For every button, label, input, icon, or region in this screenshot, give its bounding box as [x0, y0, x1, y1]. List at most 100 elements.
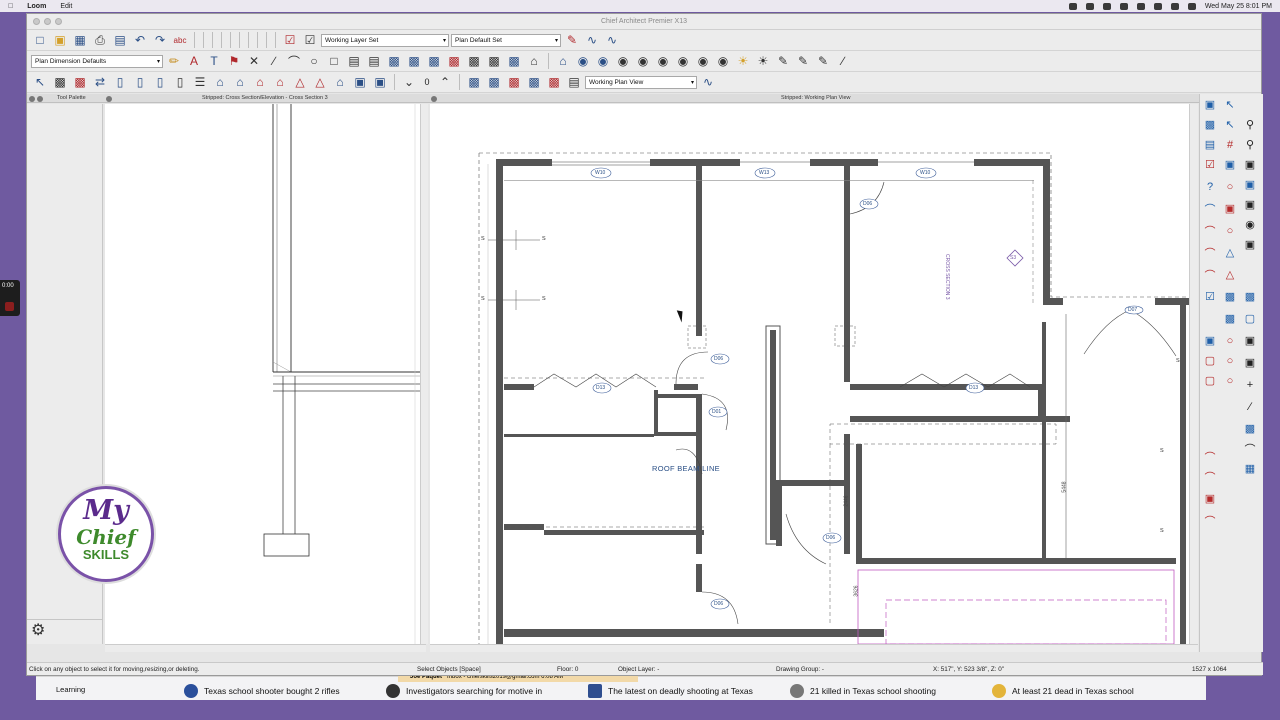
status-icon[interactable]: [1085, 2, 1094, 10]
cross-section-vertical-scrollbar[interactable]: [420, 104, 428, 644]
tool-icon[interactable]: ∕: [834, 53, 852, 70]
save-icon[interactable]: ▦: [71, 32, 89, 49]
cabinet-icon[interactable]: ▯: [171, 74, 189, 91]
grid-icon[interactable]: #: [1221, 136, 1239, 153]
tool-icon[interactable]: ▢: [1201, 352, 1219, 369]
callout-icon[interactable]: ⚑: [225, 53, 243, 70]
tool-icon[interactable]: ▣: [1221, 156, 1239, 173]
plan-vertical-scrollbar[interactable]: [1189, 104, 1198, 644]
tool-icon[interactable]: ▩: [1241, 420, 1259, 437]
select-objects-icon[interactable]: ↖: [31, 74, 49, 91]
zoom-in-icon[interactable]: ⚲: [1241, 116, 1259, 133]
tool-icon[interactable]: △: [1221, 244, 1239, 261]
tool-icon[interactable]: ▩: [505, 74, 523, 91]
tool-icon[interactable]: ⌒: [1241, 440, 1259, 457]
sun-icon[interactable]: ☀: [754, 53, 772, 70]
tool-icon[interactable]: ○: [1221, 222, 1239, 239]
draw-arc-icon[interactable]: ⌒: [1201, 222, 1219, 239]
wifi-icon[interactable]: [1136, 2, 1145, 10]
tool-icon[interactable]: ○: [1221, 352, 1239, 369]
zoom-window-icon[interactable]: [55, 18, 62, 25]
cad-block-icon[interactable]: ▩: [425, 53, 443, 70]
draw-arc-icon[interactable]: ⌒: [1201, 244, 1219, 261]
active-view-icon[interactable]: ▩: [505, 53, 523, 70]
draw-box-icon[interactable]: □: [325, 53, 343, 70]
cross-section-horizontal-scrollbar[interactable]: [105, 644, 426, 652]
adjust-material-icon[interactable]: ✎: [814, 53, 832, 70]
tool-icon[interactable]: ▣: [1241, 354, 1259, 371]
tool-icon[interactable]: ☑: [1201, 156, 1219, 173]
fill-window-icon[interactable]: ▣: [1241, 176, 1259, 193]
3d-box-icon[interactable]: ▣: [371, 74, 389, 91]
cabinet-tool-icon[interactable]: ▩: [71, 74, 89, 91]
tool-icon[interactable]: ▢: [1241, 310, 1259, 327]
rich-text-icon[interactable]: T: [205, 53, 223, 70]
recording-widget[interactable]: 0:00: [0, 280, 20, 316]
dimension-defaults-select[interactable]: Plan Dimension Defaults ▾: [31, 54, 163, 68]
tool-icon[interactable]: ▢: [1201, 372, 1219, 389]
tool-icon[interactable]: ☑: [1201, 288, 1219, 305]
open-folder-icon[interactable]: ▣: [51, 32, 69, 49]
draw-arc-icon[interactable]: ⌒: [1201, 468, 1219, 485]
render-icon[interactable]: ◉: [614, 53, 632, 70]
minimize-window-icon[interactable]: [44, 18, 51, 25]
tool-icon[interactable]: ○: [1221, 332, 1239, 349]
tool-icon[interactable]: ⇄: [91, 74, 109, 91]
glass-house-icon[interactable]: ◉: [694, 53, 712, 70]
cad-import-icon[interactable]: ▩: [445, 53, 463, 70]
tool-icon[interactable]: ∕: [1241, 398, 1259, 415]
plan-view-select[interactable]: Working Plan View ▾: [585, 75, 697, 89]
tool-icon[interactable]: ▩: [465, 74, 483, 91]
default-settings-icon[interactable]: ∿: [583, 32, 601, 49]
tool-icon[interactable]: ○: [1221, 178, 1239, 195]
mail-sidebar-item[interactable]: Learning: [56, 685, 85, 694]
trim-icon[interactable]: △: [311, 74, 329, 91]
window-tool-icon[interactable]: ▯: [151, 74, 169, 91]
crosshair-icon[interactable]: +: [1241, 376, 1259, 393]
stairs-icon[interactable]: ☰: [191, 74, 209, 91]
terrain-icon[interactable]: △: [291, 74, 309, 91]
help-icon[interactable]: ?: [1201, 178, 1219, 195]
camera-icon[interactable]: ◉: [594, 53, 612, 70]
new-file-icon[interactable]: □: [31, 32, 49, 49]
control-center-icon[interactable]: [1187, 2, 1196, 10]
draw-arc-icon[interactable]: ⌒: [285, 53, 303, 70]
camera-icon[interactable]: ◉: [574, 53, 592, 70]
tool-icon[interactable]: ▣: [1201, 490, 1219, 507]
fill-pattern-icon[interactable]: ▤: [345, 53, 363, 70]
cad-tool-icon[interactable]: ▤: [365, 53, 383, 70]
tool-icon[interactable]: ▩: [1201, 116, 1219, 133]
print-icon[interactable]: ⎙: [91, 32, 109, 49]
layer-set-select[interactable]: Working Layer Set ▾: [321, 33, 449, 47]
news-item[interactable]: The latest on deadly shooting at Texas: [588, 684, 753, 698]
redo-icon[interactable]: ↷: [151, 32, 169, 49]
search-icon[interactable]: [1170, 2, 1179, 10]
undo-icon[interactable]: ↶: [131, 32, 149, 49]
status-icon[interactable]: [1068, 2, 1077, 10]
shelf-icon[interactable]: ▣: [351, 74, 369, 91]
floor-down-icon[interactable]: ⌄: [400, 74, 418, 91]
material-painter-icon[interactable]: ✎: [794, 53, 812, 70]
draw-circle-icon[interactable]: ○: [305, 53, 323, 70]
tool-icon[interactable]: ▣: [1241, 332, 1259, 349]
tool-icon[interactable]: ◉: [1241, 216, 1259, 233]
grid-icon[interactable]: ▦: [1241, 460, 1259, 477]
tool-icon[interactable]: ▣: [1241, 236, 1259, 253]
plan-horizontal-scrollbar[interactable]: [430, 644, 1198, 652]
plan-view-icon[interactable]: ▤: [565, 74, 583, 91]
tool-icon[interactable]: ▣: [1241, 156, 1259, 173]
roof-tool-icon[interactable]: ⌂: [251, 74, 269, 91]
draw-arc-icon[interactable]: ⌒: [1201, 266, 1219, 283]
plan-view-settings-icon[interactable]: ∿: [699, 74, 717, 91]
room-icon[interactable]: ⌂: [231, 74, 249, 91]
build-house-icon[interactable]: ⌂: [211, 74, 229, 91]
battery-icon[interactable]: [1153, 2, 1162, 10]
news-item[interactable]: 21 killed in Texas school shooting: [790, 684, 936, 698]
layer-check-icon[interactable]: ☑: [301, 32, 319, 49]
select-icon[interactable]: ↖: [1221, 96, 1239, 113]
zoom-out-icon[interactable]: ⚲: [1241, 136, 1259, 153]
menu-clock[interactable]: Wed May 25 8:01 PM: [1205, 3, 1272, 10]
tool-icon[interactable]: ○: [1221, 372, 1239, 389]
news-item[interactable]: Texas school shooter bought 2 rifles: [184, 684, 340, 698]
delete-objects-icon[interactable]: ✕: [245, 53, 263, 70]
